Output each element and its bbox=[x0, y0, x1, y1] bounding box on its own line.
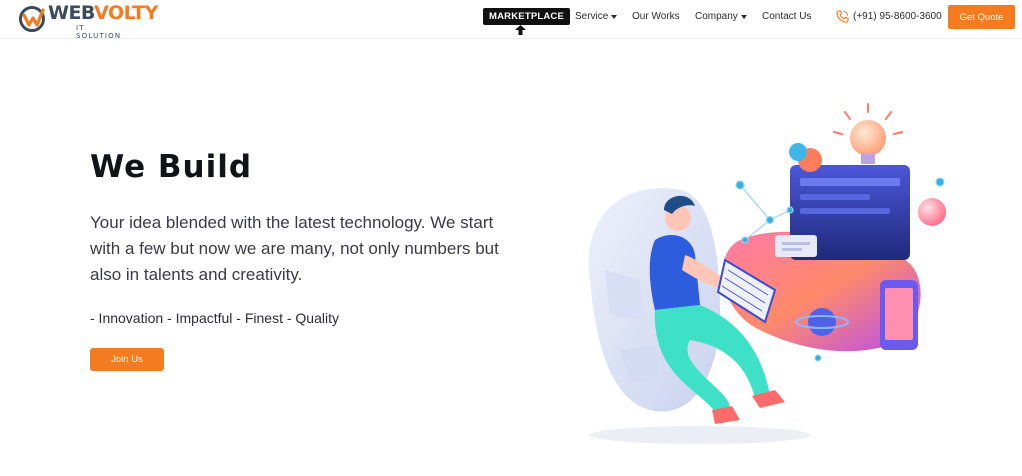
hero-tags: - Innovation - Impactful - Finest - Qual… bbox=[90, 310, 339, 326]
hero-description: Your idea blended with the latest techno… bbox=[90, 213, 499, 284]
hero-title: We Build bbox=[90, 149, 253, 185]
monitor-bar bbox=[800, 178, 900, 186]
marketplace-button[interactable]: MARKETPLACE bbox=[483, 8, 571, 25]
lightbulb bbox=[850, 120, 886, 156]
site-header: WEBVOLTY IT SOLUTION MARKETPLACE Service… bbox=[0, 0, 1022, 40]
logo[interactable]: WEBVOLTY IT SOLUTION bbox=[18, 2, 158, 40]
phone-link[interactable]: (+91) 95-8600-3600 bbox=[836, 10, 942, 23]
pink-sphere bbox=[918, 198, 946, 226]
phone-icon bbox=[836, 10, 849, 23]
nav-service-label: Service bbox=[575, 11, 609, 22]
arrow-up-icon bbox=[515, 25, 526, 35]
join-us-button[interactable]: Join Us bbox=[90, 348, 164, 371]
nav-company[interactable]: Company bbox=[695, 11, 747, 22]
ui-card bbox=[775, 235, 817, 257]
nav-contact[interactable]: Contact Us bbox=[762, 11, 811, 22]
nav-our-works[interactable]: Our Works bbox=[632, 11, 680, 22]
lightbulb-base bbox=[861, 154, 875, 164]
chevron-down-icon bbox=[740, 14, 747, 19]
logo-wordmark: WEBVOLTY bbox=[48, 2, 158, 24]
get-quote-button[interactable]: Get Quote bbox=[948, 5, 1015, 29]
logo-tagline: IT SOLUTION bbox=[76, 24, 122, 40]
nav-service[interactable]: Service bbox=[575, 11, 618, 22]
hero-illustration bbox=[588, 103, 946, 444]
floor-shadow bbox=[590, 426, 810, 444]
chevron-down-icon bbox=[611, 14, 618, 19]
nav-our-works-label: Our Works bbox=[632, 11, 680, 22]
monitor-bar bbox=[800, 208, 890, 214]
blue-sphere bbox=[789, 143, 807, 161]
nav-company-label: Company bbox=[695, 11, 738, 22]
logo-word-part1: WEB bbox=[48, 2, 95, 24]
logo-word-part2: VOLTY bbox=[94, 2, 158, 24]
logo-mark-icon bbox=[19, 6, 45, 32]
nav-contact-label: Contact Us bbox=[762, 11, 812, 22]
phone-number: (+91) 95-8600-3600 bbox=[853, 11, 942, 22]
planet bbox=[808, 308, 836, 336]
monitor-bar bbox=[800, 194, 870, 200]
